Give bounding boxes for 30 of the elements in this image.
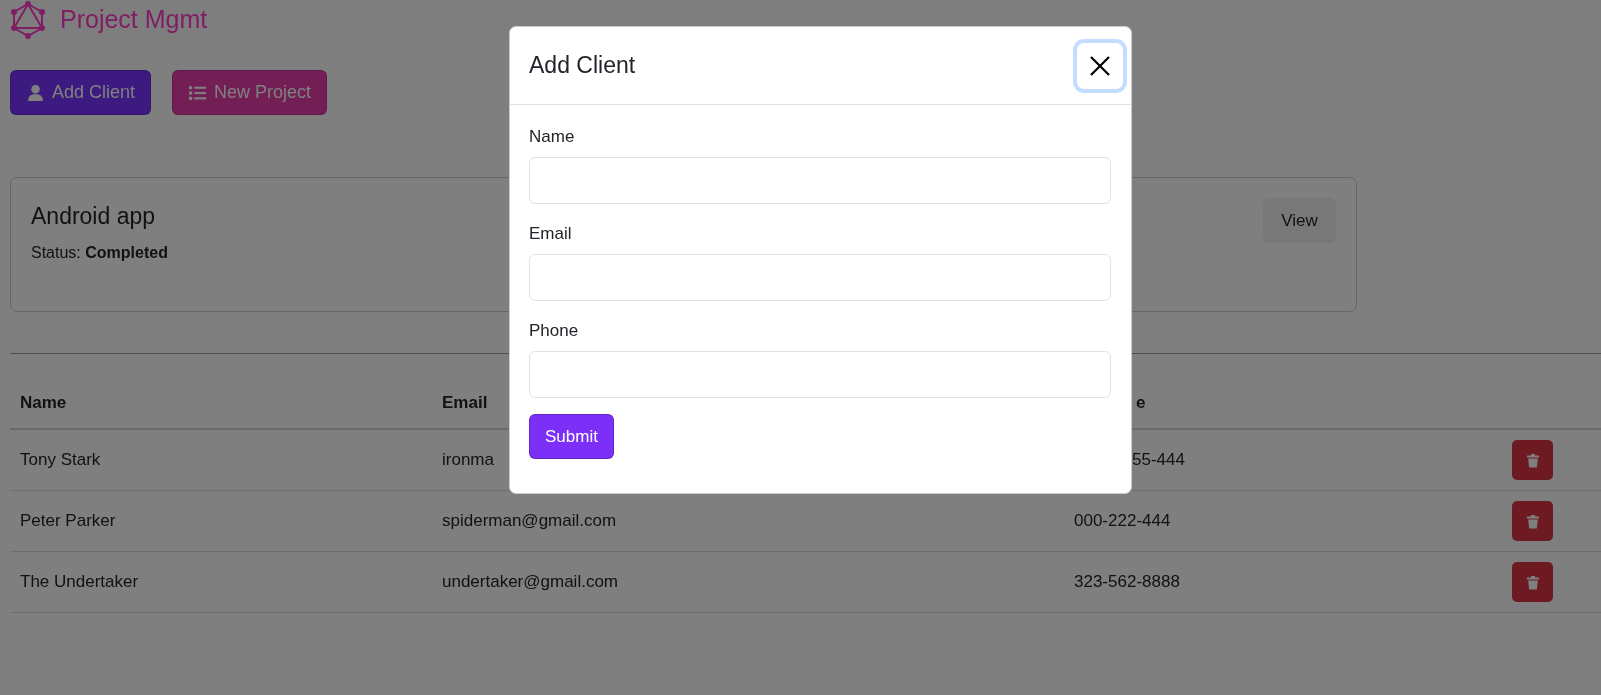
input-field[interactable] [529,254,1111,301]
logo-icon [10,0,46,39]
new-project-button[interactable]: New Project [172,70,328,115]
trash-icon [1524,451,1541,469]
column-header: Name [10,378,432,429]
delete-button[interactable] [1512,501,1553,541]
table-cell: Peter Parker [10,490,432,552]
close-icon [1089,54,1111,77]
field-label: Email [529,224,573,244]
trash-icon [1524,573,1541,591]
list-icon [189,84,207,101]
table-cell: 323-562-8888 [1064,551,1502,613]
table-cell: Tony Stark [10,429,432,491]
field-label: Phone [529,321,580,341]
table-cell: The Undertaker [10,551,432,613]
input-field[interactable] [529,157,1111,204]
modal-title: Add Client [529,52,636,79]
table-cell: undertaker@gmail.com [432,551,1064,613]
input-field[interactable] [529,351,1111,398]
field-label: Name [529,127,576,147]
add-client-button[interactable]: Add Client [10,70,152,115]
delete-button[interactable] [1512,440,1553,480]
project-status: Status: Completed [31,244,168,262]
app-title: Project Mgmt [60,5,208,34]
project-name: Android app [31,203,157,230]
submit-button[interactable]: Submit [529,414,614,459]
trash-icon [1524,512,1541,530]
user-icon [27,84,44,101]
view-button[interactable]: View [1263,198,1336,243]
delete-button[interactable] [1512,562,1553,602]
